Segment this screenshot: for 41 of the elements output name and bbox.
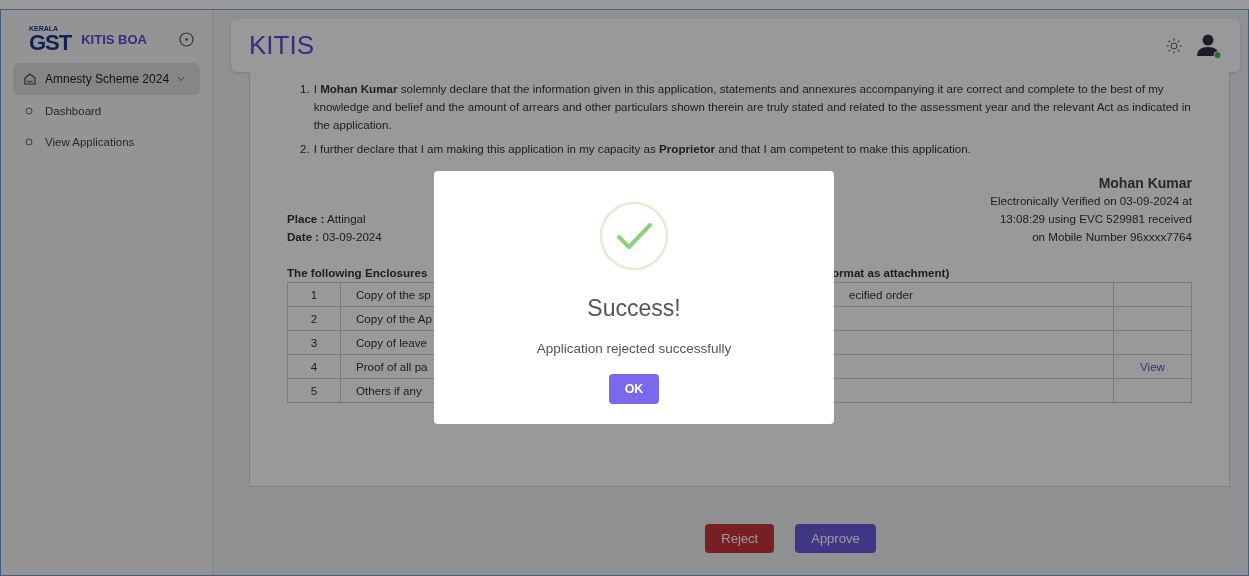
table-cell: Proof of all pa	[356, 360, 428, 373]
date-text: Date : 03-09-2024	[287, 229, 382, 245]
signatory-name: Mohan Kumar	[1098, 174, 1192, 192]
table-cell: ecified order	[849, 288, 913, 301]
place-text: Place : Attingal	[287, 211, 367, 227]
dialog-title: Success!	[587, 295, 681, 322]
dialog-message: Application rejected successfully	[536, 341, 732, 356]
sun-icon	[1166, 37, 1182, 54]
declaration-text: I Mohan Kumar solemnly declare that the information given in this application, statements and annexures accompanying it are correct and complete to the best of my knowledge and belief and the amount of arrears and other particulars shown therein are truly stated and related to the assessment year and the relevant Act as indicated in the application.	[313, 81, 1192, 133]
declaration-text: I further declare that I am making this application in my capacity as Proprietor and that I am competent to make this application.	[313, 141, 971, 157]
circle-icon	[25, 137, 33, 146]
enclosures-heading: ormat as attachment)	[832, 265, 950, 281]
list-number: 1.	[300, 81, 310, 97]
table-cell: 3	[287, 330, 341, 355]
table-cell: 5	[287, 378, 341, 403]
circle-icon	[25, 106, 33, 115]
table-cell: Copy of leave	[356, 336, 427, 349]
table-cell: Copy of the Ap	[356, 312, 433, 325]
page-title: KITIS	[249, 30, 315, 61]
check-circle-icon	[599, 201, 669, 271]
view-link[interactable]: View	[1140, 360, 1165, 373]
user-avatar-icon	[1196, 32, 1222, 59]
menu-group[interactable]: Amnesty Scheme 2024	[13, 63, 200, 95]
verification-text: Electronically Verified on 03-09-2024 at	[990, 193, 1192, 209]
verification-text: 13:08:29 using EVC 529981 received	[999, 211, 1192, 227]
circle-dot-icon	[179, 31, 194, 47]
approve-button[interactable]: Approve	[795, 524, 876, 553]
ok-button[interactable]: OK	[609, 374, 659, 404]
list-number: 2.	[300, 141, 310, 157]
table-cell: Copy of the sp	[356, 288, 431, 301]
app-name: KITIS BOA	[81, 31, 148, 47]
table-cell: 2	[287, 306, 341, 331]
menu-item[interactable]: Dashboard	[13, 95, 200, 126]
table-cell: 4	[287, 354, 341, 379]
enclosures-heading: The following Enclosures	[287, 265, 428, 281]
table-cell: 1	[287, 282, 341, 307]
home-icon	[23, 72, 37, 86]
verification-text: on Mobile Number 96xxxx7764	[1032, 229, 1192, 245]
reject-button[interactable]: Reject	[705, 524, 775, 553]
table-cell: Others if any	[356, 384, 422, 397]
menu-item[interactable]: View Applications	[13, 126, 200, 157]
